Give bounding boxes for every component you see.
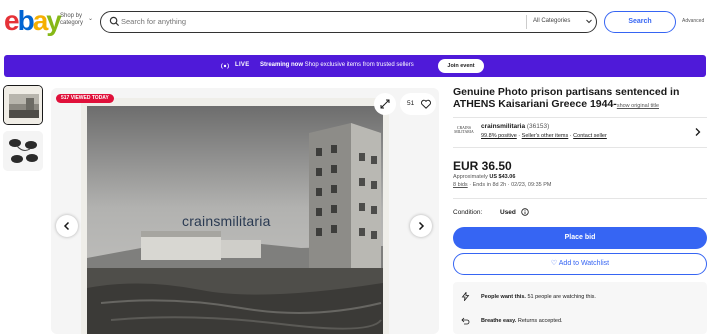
watch-count: 51 [407, 100, 415, 107]
contact-seller-link[interactable]: Contact seller [573, 133, 607, 139]
advanced-search-link[interactable]: Advanced [682, 18, 704, 24]
expand-button[interactable] [374, 93, 396, 115]
search-input[interactable] [121, 17, 501, 26]
condition-label: Condition: [453, 209, 483, 216]
seller-links: 99.8% positive · Seller's other items · … [481, 133, 607, 139]
watch-count-button[interactable]: 51 [400, 93, 436, 115]
divider [453, 117, 707, 118]
category-select[interactable]: All Categories [533, 18, 570, 24]
approximate-price: Approximately US $43.06 [453, 174, 516, 180]
seller-name[interactable]: crainsmilitaria (36153) [481, 123, 549, 130]
next-image-button[interactable] [410, 215, 432, 237]
shop-by-label: Shop by [60, 13, 83, 19]
image-viewer: 517 VIEWED TODAY 51 crainsmilitaria [51, 88, 439, 334]
heart-icon [421, 99, 431, 109]
search-divider [526, 15, 527, 29]
bids-link[interactable]: 8 bids [453, 182, 468, 188]
header: ebay Shop by category ⌄ All Categories S… [0, 0, 710, 44]
previous-image-button[interactable] [56, 215, 78, 237]
photo-watermark: crainsmilitaria [182, 213, 271, 229]
thumbnail-photo [3, 131, 43, 171]
place-bid-button[interactable]: Place bid [453, 227, 707, 249]
search-icon [109, 16, 120, 27]
thumbnail-2[interactable] [3, 131, 43, 171]
divider [453, 198, 707, 199]
chevron-right-icon [418, 221, 425, 231]
return-arrow-icon [461, 317, 470, 325]
live-banner[interactable]: LIVE Streaming now Shop exclusive items … [4, 55, 706, 77]
positive-feedback-link[interactable]: 99.8% positive [481, 133, 517, 139]
category-label: category [60, 20, 84, 26]
chevron-left-icon [63, 221, 70, 231]
seller-other-items-link[interactable]: Seller's other items [522, 133, 569, 139]
thumbnail-photo [4, 86, 42, 124]
thumbnail-1[interactable] [3, 85, 43, 125]
feedback-count: (36153) [525, 123, 550, 130]
search-button[interactable]: Search [604, 11, 676, 33]
seller-logo[interactable]: CRAINS MILITARIA [453, 124, 475, 138]
live-label: LIVE [235, 62, 250, 68]
add-to-watchlist-button[interactable]: ♡ Add to Watchlist [453, 253, 707, 275]
views-badge: 517 VIEWED TODAY [56, 94, 114, 103]
condition-value: Used [500, 209, 516, 216]
listing-title: Genuine Photo prison partisans sentenced… [453, 86, 680, 110]
chevron-down-icon: ⌄ [88, 16, 94, 22]
chevron-right-icon[interactable] [694, 127, 702, 137]
search-bar: All Categories [100, 11, 597, 33]
bids-info: 8 bids · Ends in 8d 2h · 02/23, 09:35 PM [453, 182, 552, 188]
live-broadcast-icon [221, 63, 229, 69]
expand-icon [380, 99, 390, 109]
info-icon[interactable] [521, 208, 529, 216]
join-event-button[interactable]: Join event [438, 59, 484, 73]
lightning-icon [461, 292, 470, 301]
info-box: People want this. 51 people are watching… [453, 282, 707, 334]
divider [453, 147, 707, 148]
banner-text: Streaming now Shop exclusive items from … [260, 62, 414, 68]
ebay-logo[interactable]: ebay [4, 6, 62, 36]
show-original-title-link[interactable]: show original title [617, 103, 659, 109]
price: EUR 36.50 [453, 159, 512, 173]
chevron-down-icon [586, 19, 592, 24]
shop-by-category-button[interactable]: Shop by category ⌄ [60, 13, 93, 27]
